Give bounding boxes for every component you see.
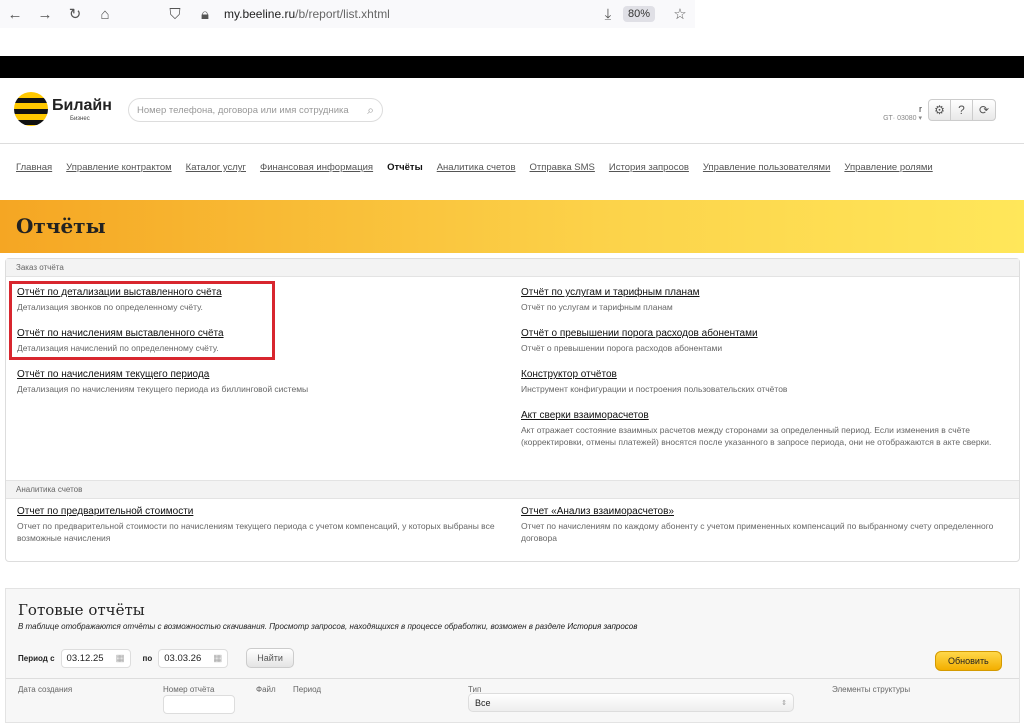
search-icon[interactable]: ⌕ <box>367 103 374 118</box>
nav-sms[interactable]: Отправка SMS <box>530 162 595 173</box>
divider <box>6 678 1019 679</box>
report-link[interactable]: Отчёт по услугам и тарифным планам <box>521 287 1001 298</box>
home-icon[interactable]: ⌂ <box>90 6 120 23</box>
date-from-input[interactable]: 03.12.25 ▦ <box>60 648 131 668</box>
report-desc: Отчёт по услугам и тарифным планам <box>521 302 673 312</box>
nav-finance[interactable]: Финансовая информация <box>260 162 373 173</box>
url-domain: my.beeline.ru <box>224 7 296 21</box>
report-item: Отчет «Анализ взаиморасчетов» Отчет по на… <box>521 506 1001 544</box>
page-banner: Отчёты <box>0 200 1024 253</box>
logout-icon[interactable]: ⟳ <box>973 100 995 120</box>
ready-title: Готовые отчёты <box>18 601 145 619</box>
nav-analytics[interactable]: Аналитика счетов <box>437 162 516 173</box>
divider <box>0 143 1024 144</box>
reload-icon[interactable]: ↻ <box>60 5 90 23</box>
col-report-number[interactable]: Номер отчёта <box>163 685 214 694</box>
shield-icon[interactable]: ⛉ <box>160 6 190 23</box>
report-link[interactable]: Отчет по предварительной стоимости <box>17 506 497 517</box>
report-item: Отчет по предварительной стоимости Отчет … <box>17 506 497 544</box>
main-nav: Главная Управление контрактом Каталог ус… <box>16 162 933 173</box>
nav-history[interactable]: История запросов <box>609 162 689 173</box>
analytics-section-header: Аналитика счетов <box>6 480 1019 499</box>
help-icon[interactable]: ? <box>951 100 973 120</box>
report-item: Отчёт о превышении порога расходов абоне… <box>521 328 1001 354</box>
report-desc: Отчет по предварительной стоимости по на… <box>17 521 495 543</box>
bookmark-star-icon[interactable]: ☆ <box>665 5 695 23</box>
report-link[interactable]: Отчет «Анализ взаиморасчетов» <box>521 506 1001 517</box>
refresh-button[interactable]: Обновить <box>935 651 1002 671</box>
nav-catalog[interactable]: Каталог услуг <box>186 162 246 173</box>
calendar-icon[interactable]: ▦ <box>213 653 222 664</box>
nav-users[interactable]: Управление пользователями <box>703 162 830 173</box>
address-bar[interactable]: my.beeline.ru/b/report/list.xhtml <box>224 7 593 21</box>
brand-sub: Бизнес <box>70 116 90 122</box>
select-arrows-icon: ⇕ <box>781 699 787 707</box>
back-icon[interactable]: ← <box>0 6 30 23</box>
ready-desc-text: В таблице отображаются отчёты с возможно… <box>18 622 568 631</box>
report-number-filter[interactable] <box>163 695 235 714</box>
report-desc: Детализация по начислениям текущего пери… <box>17 384 309 394</box>
calendar-icon[interactable]: ▦ <box>116 653 125 664</box>
nav-contract[interactable]: Управление контрактом <box>66 162 171 173</box>
settings-gear-icon[interactable]: ⚙ <box>929 100 951 120</box>
header-tools: ⚙ ? ⟳ <box>928 99 996 121</box>
nav-home[interactable]: Главная <box>16 162 52 173</box>
report-desc: Акт отражает состояние взаимных расчетов… <box>521 425 992 447</box>
beeline-logo-icon[interactable] <box>14 92 48 126</box>
search-input[interactable]: Номер телефона, договора или имя сотрудн… <box>128 98 383 122</box>
browser-toolbar: ← → ↻ ⌂ ⛉ 🔒︎ my.beeline.ru/b/report/list… <box>0 0 695 28</box>
col-period[interactable]: Период <box>293 685 321 694</box>
report-link[interactable]: Отчёт по начислениям текущего периода <box>17 369 497 380</box>
report-item: Отчёт по начислениям текущего периода Дет… <box>17 369 497 395</box>
lock-icon[interactable]: 🔒︎ <box>190 6 220 23</box>
find-button[interactable]: Найти <box>246 648 294 668</box>
order-section-header: Заказ отчёта <box>6 259 1019 277</box>
page-title: Отчёты <box>16 214 106 238</box>
period-to-label: по <box>142 653 153 663</box>
download-icon[interactable]: ⤓ <box>593 6 623 23</box>
report-item: Акт сверки взаиморасчетов Акт отражает со… <box>521 410 1001 448</box>
history-link[interactable]: История запросов <box>567 622 637 631</box>
report-desc: Инструмент конфигурации и построения пол… <box>521 384 788 394</box>
brand-name: Билайн <box>52 97 112 114</box>
col-structure[interactable]: Элементы структуры <box>832 685 910 694</box>
nav-reports[interactable]: Отчёты <box>387 162 423 173</box>
black-band <box>0 56 1024 78</box>
report-desc: Отчет по начислениям по каждому абоненту… <box>521 521 994 543</box>
report-item: Отчёт по услугам и тарифным планам Отчёт … <box>521 287 1001 313</box>
forward-icon[interactable]: → <box>30 6 60 23</box>
nav-roles[interactable]: Управление ролями <box>844 162 932 173</box>
period-from-label: Период с <box>18 653 55 663</box>
report-item: Конструктор отчётов Инструмент конфигурац… <box>521 369 1001 395</box>
period-filter: Период с 03.12.25 ▦ по 03.03.26 ▦ Найти <box>18 648 294 668</box>
date-to-value: 03.03.26 <box>164 652 202 664</box>
col-file[interactable]: Файл <box>256 685 276 694</box>
zoom-level[interactable]: 80% <box>622 6 655 22</box>
report-desc: Отчёт о превышении порога расходов абоне… <box>521 343 723 353</box>
report-link[interactable]: Конструктор отчётов <box>521 369 1001 380</box>
ready-desc: В таблице отображаются отчёты с возможно… <box>18 622 637 631</box>
col-created-date[interactable]: Дата создания <box>18 685 72 694</box>
highlight-box <box>9 281 275 360</box>
url-path: /b/report/list.xhtml <box>295 7 390 21</box>
user-initial: r <box>919 104 922 114</box>
user-account: GT· 03080 ▾ <box>883 115 922 122</box>
report-link[interactable]: Акт сверки взаиморасчетов <box>521 410 1001 421</box>
date-from-value: 03.12.25 <box>66 652 104 664</box>
date-to-input[interactable]: 03.03.26 ▦ <box>158 648 229 668</box>
search-placeholder: Номер телефона, договора или имя сотрудн… <box>137 104 349 116</box>
ready-reports-panel: Готовые отчёты В таблице отображаются от… <box>5 588 1020 723</box>
user-menu[interactable]: r GT· 03080 ▾ <box>866 104 922 122</box>
type-select[interactable]: Все ⇕ <box>468 693 794 712</box>
type-value: Все <box>475 697 491 708</box>
report-link[interactable]: Отчёт о превышении порога расходов абоне… <box>521 328 1001 339</box>
